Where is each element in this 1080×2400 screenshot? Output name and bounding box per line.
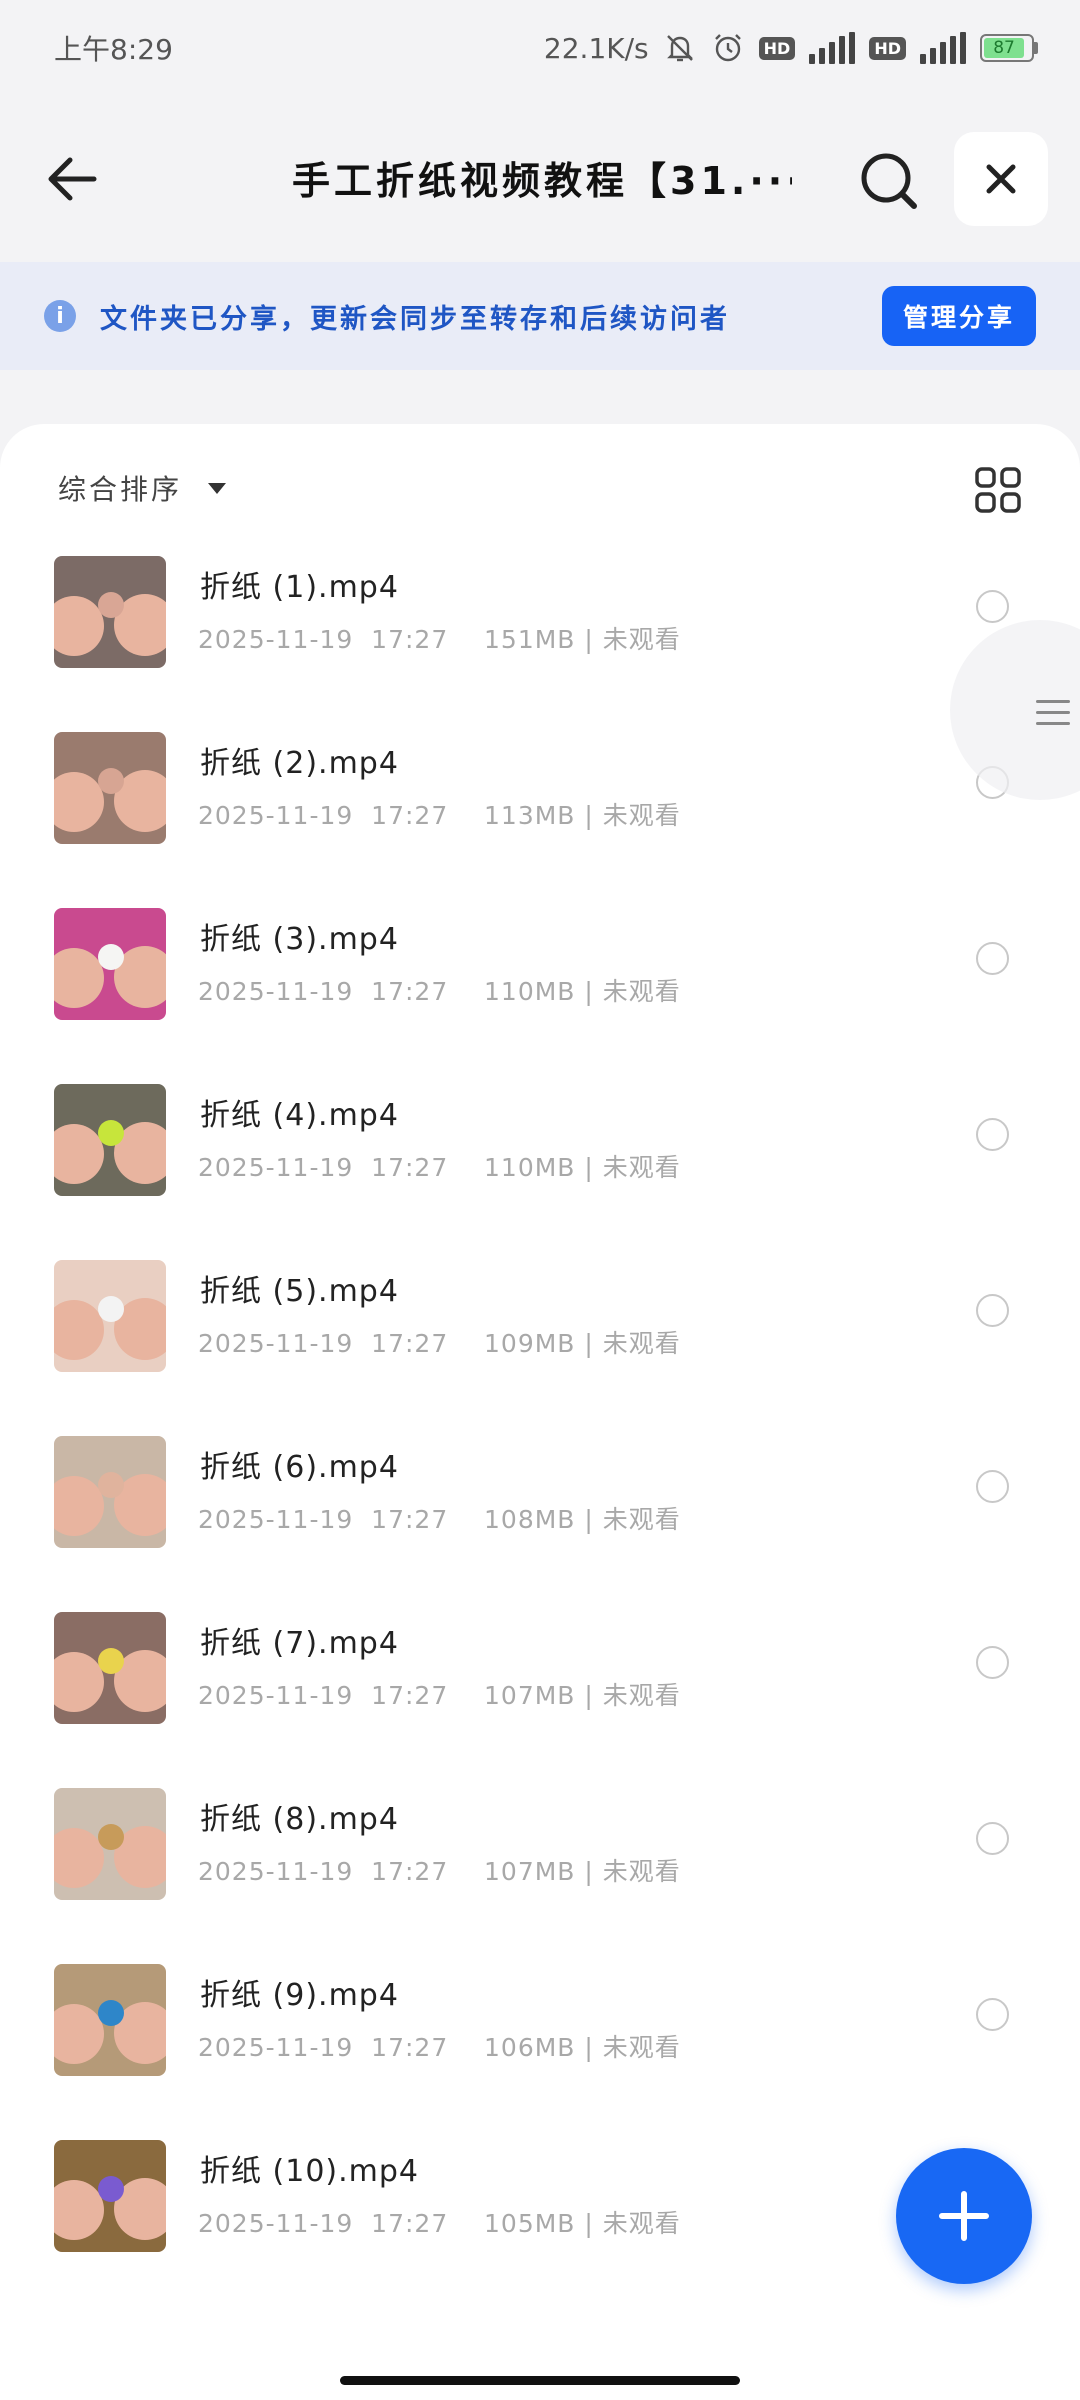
close-button[interactable] (954, 132, 1048, 226)
battery-icon: 87 (980, 34, 1038, 62)
select-checkbox[interactable] (976, 1294, 1009, 1327)
file-panel: 综合排序 折纸 (1).mp4 2025-11-19 17:27 151MB | … (0, 424, 1080, 2400)
close-icon (986, 164, 1016, 194)
grid-icon (975, 467, 1021, 513)
sort-dropdown[interactable]: 综合排序 (58, 468, 227, 508)
file-meta: 2025-11-19 17:27 107MB | 未观看 (198, 1681, 681, 1710)
file-name: 折纸 (10).mp4 (200, 2154, 420, 2189)
home-indicator[interactable] (340, 2376, 740, 2385)
file-row[interactable]: 折纸 (6).mp4 2025-11-19 17:27 108MB | 未观看 (0, 1430, 1080, 1606)
file-name: 折纸 (7).mp4 (200, 1626, 399, 1661)
alarm-icon (711, 31, 745, 65)
select-checkbox[interactable] (976, 1646, 1009, 1679)
info-icon: i (44, 300, 76, 332)
file-meta: 2025-11-19 17:27 113MB | 未观看 (198, 801, 681, 830)
video-thumbnail (54, 908, 166, 1020)
file-row[interactable]: 折纸 (5).mp4 2025-11-19 17:27 109MB | 未观看 (0, 1254, 1080, 1430)
file-meta: 2025-11-19 17:27 105MB | 未观看 (198, 2209, 681, 2238)
file-meta: 2025-11-19 17:27 109MB | 未观看 (198, 1329, 681, 1358)
file-row[interactable]: 折纸 (7).mp4 2025-11-19 17:27 107MB | 未观看 (0, 1606, 1080, 1782)
status-time: 上午8:29 (54, 33, 173, 66)
back-arrow-icon (48, 157, 97, 201)
file-name: 折纸 (6).mp4 (200, 1450, 399, 1485)
file-name: 折纸 (1).mp4 (200, 570, 399, 605)
file-name: 折纸 (3).mp4 (200, 922, 399, 957)
video-thumbnail (54, 2140, 166, 2252)
file-list: 折纸 (1).mp4 2025-11-19 17:27 151MB | 未观看 折纸… (0, 550, 1080, 2310)
net-speed: 22.1K/s (543, 31, 649, 65)
battery-level: 87 (984, 38, 1025, 58)
bell-muted-icon (663, 31, 697, 65)
select-checkbox[interactable] (976, 1470, 1009, 1503)
file-row[interactable]: 折纸 (1).mp4 2025-11-19 17:27 151MB | 未观看 (0, 550, 1080, 726)
file-row[interactable]: 折纸 (8).mp4 2025-11-19 17:27 107MB | 未观看 (0, 1782, 1080, 1958)
file-name: 折纸 (5).mp4 (200, 1274, 399, 1309)
file-meta: 2025-11-19 17:27 108MB | 未观看 (198, 1505, 681, 1534)
hd-badge-2: HD (869, 36, 906, 60)
hd-badge: HD (758, 36, 796, 60)
file-meta: 2025-11-19 17:27 151MB | 未观看 (198, 625, 681, 654)
search-button[interactable] (852, 144, 924, 216)
select-checkbox[interactable] (976, 1998, 1009, 2031)
plus-icon (939, 2191, 989, 2241)
signal-4g-icon (809, 32, 856, 64)
video-thumbnail (54, 1788, 166, 1900)
share-banner: i 文件夹已分享，更新会同步至转存和后续访问者 管理分享 (0, 262, 1080, 370)
file-name: 折纸 (9).mp4 (200, 1978, 399, 2013)
video-thumbnail (54, 732, 166, 844)
file-meta: 2025-11-19 17:27 110MB | 未观看 (198, 1153, 681, 1182)
add-button[interactable] (896, 2148, 1032, 2284)
file-name: 折纸 (2).mp4 (200, 746, 399, 781)
manage-share-button[interactable]: 管理分享 (882, 286, 1036, 346)
file-row[interactable]: 折纸 (2).mp4 2025-11-19 17:27 113MB | 未观看 (0, 726, 1080, 902)
file-row[interactable]: 折纸 (3).mp4 2025-11-19 17:27 110MB | 未观看 (0, 902, 1080, 1078)
page-title: 手工折纸视频教程【31.··· (292, 159, 792, 203)
select-checkbox[interactable] (976, 1822, 1009, 1855)
file-meta: 2025-11-19 17:27 106MB | 未观看 (198, 2033, 681, 2062)
video-thumbnail (54, 556, 166, 668)
file-name: 折纸 (4).mp4 (200, 1098, 399, 1133)
status-bar: 上午8:29 22.1K/s HD HD 87 (0, 0, 1080, 96)
file-meta: 2025-11-19 17:27 110MB | 未观看 (198, 977, 681, 1006)
share-banner-text: 文件夹已分享，更新会同步至转存和后续访问者 (100, 303, 730, 335)
select-checkbox[interactable] (976, 590, 1009, 623)
file-row[interactable]: 折纸 (9).mp4 2025-11-19 17:27 106MB | 未观看 (0, 1958, 1080, 2134)
sort-label: 综合排序 (58, 473, 183, 506)
video-thumbnail (54, 1260, 166, 1372)
search-icon (861, 153, 917, 209)
video-thumbnail (54, 1084, 166, 1196)
grid-view-button[interactable] (974, 466, 1022, 514)
header-bar: 手工折纸视频教程【31.··· (0, 96, 1080, 262)
menu-lines-icon (1036, 700, 1070, 734)
back-button[interactable] (38, 144, 108, 214)
video-thumbnail (54, 1964, 166, 2076)
select-checkbox[interactable] (976, 1118, 1009, 1151)
video-thumbnail (54, 1612, 166, 1724)
file-row[interactable]: 折纸 (4).mp4 2025-11-19 17:27 110MB | 未观看 (0, 1078, 1080, 1254)
video-thumbnail (54, 1436, 166, 1548)
select-checkbox[interactable] (976, 942, 1009, 975)
status-icons: 22.1K/s HD HD 87 (544, 31, 1038, 65)
file-name: 折纸 (8).mp4 (200, 1802, 399, 1837)
signal-5g-icon (920, 32, 966, 64)
file-meta: 2025-11-19 17:27 107MB | 未观看 (198, 1857, 681, 1886)
caret-down-icon (208, 482, 227, 494)
